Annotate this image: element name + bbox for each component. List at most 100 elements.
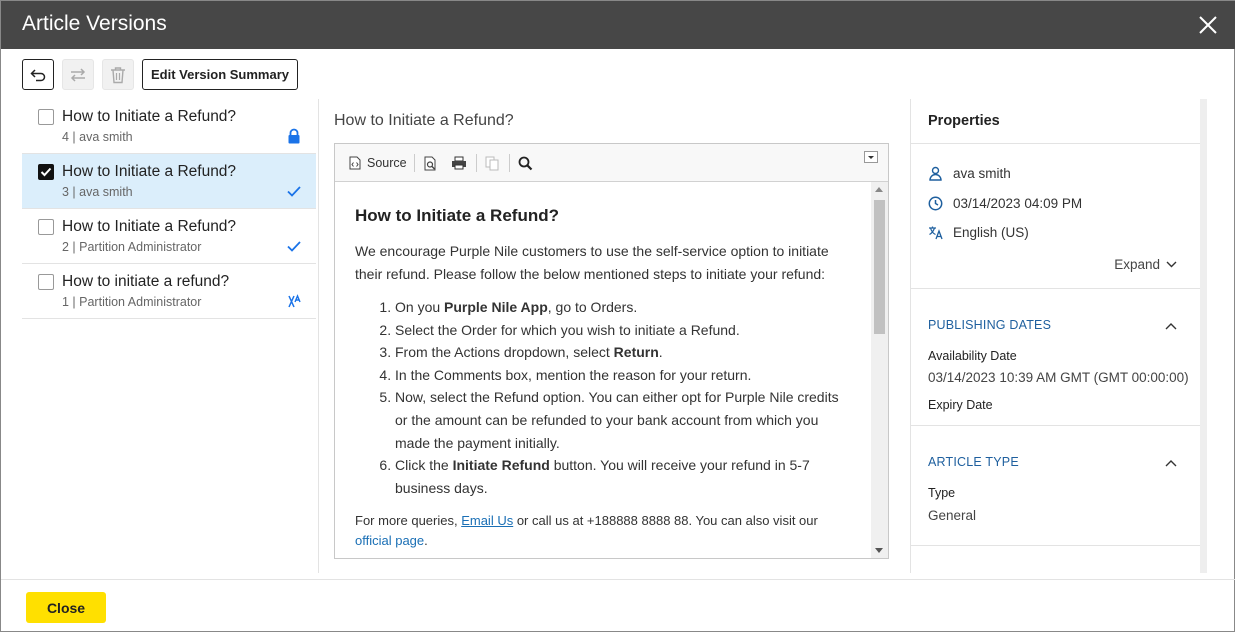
article-intro: We encourage Purple Nile customers to us…	[355, 243, 829, 282]
print-icon	[452, 156, 466, 170]
version-meta: 2 | Partition Administrator	[62, 240, 202, 254]
date-row: 03/14/2023 04:09 PM	[928, 194, 1082, 212]
version-item[interactable]: How to Initiate a Refund? 2 | Partition …	[22, 209, 316, 264]
clock-icon	[928, 196, 943, 210]
panel-divider	[318, 99, 319, 573]
dialog-title: Article Versions	[22, 12, 167, 35]
toolbar-separator	[414, 154, 415, 172]
check-icon	[287, 186, 301, 197]
properties-scrollbar[interactable]	[1200, 99, 1207, 573]
official-page-link[interactable]: official page	[355, 533, 424, 548]
chevron-up-icon[interactable]	[1165, 322, 1177, 330]
version-meta: 4 | ava smith	[62, 130, 133, 144]
version-title: How to Initiate a Refund?	[62, 218, 237, 235]
search-icon	[518, 156, 533, 170]
step-item: Now, select the Refund option. You can e…	[395, 386, 851, 454]
close-icon[interactable]	[1196, 13, 1220, 37]
scroll-thumb[interactable]	[874, 200, 885, 334]
edit-version-summary-button[interactable]: Edit Version Summary	[142, 59, 298, 90]
divider	[911, 143, 1201, 144]
expand-button[interactable]: Expand	[1114, 257, 1177, 272]
check-icon	[287, 241, 301, 252]
source-button[interactable]: Source	[349, 155, 407, 171]
version-item[interactable]: How to initiate a refund? 1 | Partition …	[22, 264, 316, 319]
article-heading: How to Initiate a Refund?	[355, 206, 559, 225]
copy-button[interactable]	[485, 155, 499, 171]
divider	[911, 288, 1201, 289]
version-checkbox[interactable]	[38, 164, 54, 180]
toolbar-collapse-button[interactable]	[864, 151, 878, 163]
article-footer-text: For more queries, Email Us or call us at…	[355, 513, 818, 549]
version-title: How to Initiate a Refund?	[62, 163, 237, 180]
divider	[911, 545, 1201, 546]
chevron-down-icon	[868, 156, 874, 159]
preview-icon	[424, 156, 436, 170]
version-title: How to initiate a refund?	[62, 273, 230, 290]
properties-panel: Properties ava smith 03/14/2023 04:09 PM…	[910, 99, 1207, 573]
date-value: 03/14/2023 04:09 PM	[953, 195, 1083, 211]
undo-button[interactable]	[22, 59, 54, 90]
divider	[911, 425, 1201, 426]
print-button[interactable]	[451, 155, 467, 171]
version-checkbox[interactable]	[38, 274, 54, 290]
trash-icon	[111, 66, 125, 83]
source-label: Source	[367, 156, 407, 170]
version-title: How to Initiate a Refund?	[62, 108, 237, 125]
properties-title: Properties	[928, 113, 1000, 129]
version-checkbox[interactable]	[38, 219, 54, 235]
editor-toolbar: Source	[335, 144, 888, 182]
source-icon	[349, 156, 361, 170]
email-us-link[interactable]: Email Us	[461, 513, 513, 528]
lock-icon	[288, 128, 300, 144]
versions-list: How to Initiate a Refund? 4 | ava smith …	[22, 99, 316, 319]
type-label: Type	[928, 486, 956, 500]
article-type-heading[interactable]: ARTICLE TYPE	[928, 455, 1019, 469]
swap-icon	[70, 67, 86, 82]
availability-date-label: Availability Date	[928, 349, 1017, 363]
delete-button[interactable]	[102, 59, 134, 90]
compare-button[interactable]	[62, 59, 94, 90]
close-button[interactable]: Close	[26, 592, 106, 623]
article-versions-dialog: Article Versions Edit Version Summary Ho…	[0, 0, 1235, 632]
step-item: From the Actions dropdown, select Return…	[395, 341, 851, 364]
publishing-dates-heading[interactable]: PUBLISHING DATES	[928, 318, 1051, 332]
steps-list: On you Purple Nile App, go to Orders. Se…	[355, 296, 851, 499]
version-checkbox[interactable]	[38, 109, 54, 125]
version-meta: 1 | Partition Administrator	[62, 295, 202, 309]
type-value: General	[928, 508, 977, 523]
editor-scrollbar[interactable]	[871, 182, 888, 558]
expiry-date-label: Expiry Date	[928, 398, 993, 412]
dialog-header: Article Versions	[1, 1, 1235, 49]
scroll-down-icon[interactable]	[875, 548, 883, 553]
chevron-down-icon	[1166, 261, 1177, 268]
translate-icon	[929, 226, 943, 239]
expand-label: Expand	[1114, 257, 1160, 272]
language-value: English (US)	[953, 224, 1029, 240]
preview-button[interactable]	[424, 155, 438, 171]
author-value: ava smith	[953, 165, 1011, 181]
author-row: ava smith	[928, 164, 1011, 182]
availability-date-value: 03/14/2023 10:39 AM GMT (GMT 00:00:00)	[928, 370, 1189, 385]
find-button[interactable]	[518, 155, 533, 171]
checkmark-icon	[40, 167, 52, 177]
language-row: English (US)	[928, 223, 1029, 241]
toolbar-separator	[509, 154, 510, 172]
rich-text-editor: Source How to Initiate a Refund? We enco…	[334, 143, 889, 559]
version-item[interactable]: How to Initiate a Refund? 4 | ava smith	[22, 99, 316, 154]
translate-icon	[288, 294, 301, 308]
version-item[interactable]: How to Initiate a Refund? 3 | ava smith	[22, 154, 316, 209]
copy-icon	[485, 156, 499, 170]
user-icon	[929, 166, 942, 181]
version-meta: 3 | ava smith	[62, 185, 133, 199]
toolbar-separator	[476, 154, 477, 172]
step-item: Select the Order for which you wish to i…	[395, 319, 851, 342]
step-item: On you Purple Nile App, go to Orders.	[395, 296, 851, 319]
chevron-up-icon[interactable]	[1165, 459, 1177, 467]
step-item: Click the Initiate Refund button. You wi…	[395, 454, 851, 499]
article-body: How to Initiate a Refund? We encourage P…	[335, 182, 871, 558]
scroll-up-icon[interactable]	[875, 187, 883, 192]
undo-icon	[30, 68, 46, 81]
article-title: How to Initiate a Refund?	[334, 112, 514, 129]
toolbar: Edit Version Summary	[1, 49, 1235, 99]
footer-divider	[1, 579, 1235, 580]
